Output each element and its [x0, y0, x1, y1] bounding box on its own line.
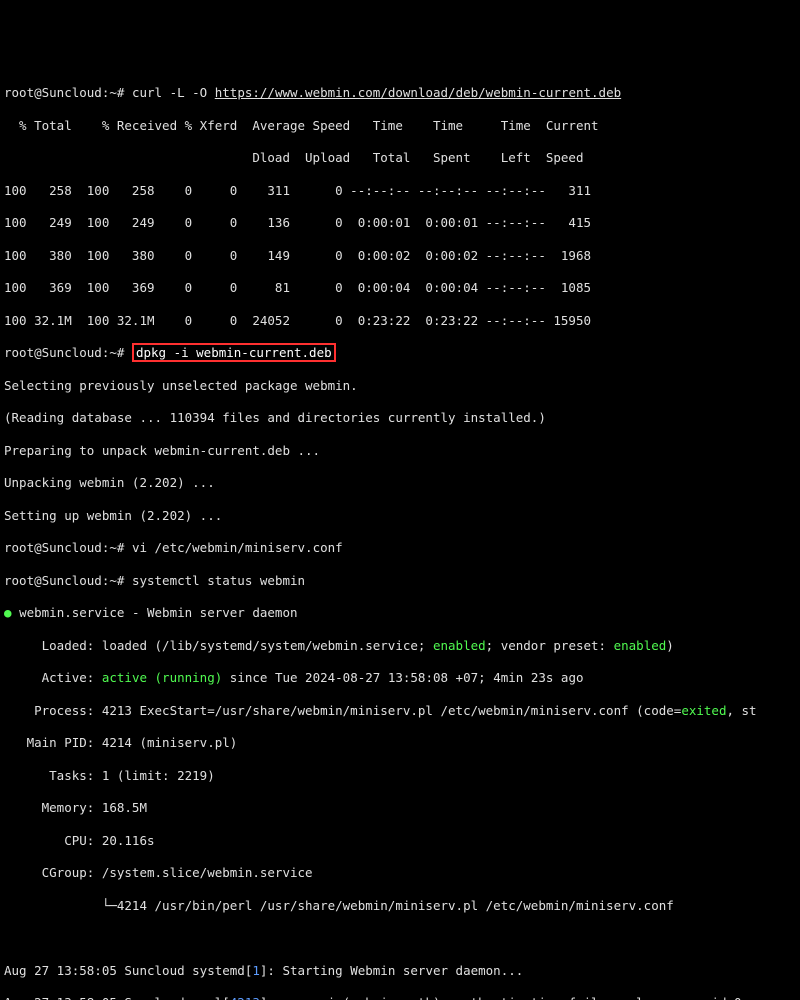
- svc-loaded-mid: ; vendor preset:: [486, 638, 614, 653]
- log1-pid: 1: [252, 963, 260, 978]
- systemctl-cmd: systemctl status webmin: [132, 573, 305, 588]
- dpkg-out-2: Preparing to unpack webmin-current.deb .…: [4, 443, 796, 459]
- dpkg-cmd-highlighted: dpkg -i webmin-current.deb: [132, 343, 336, 362]
- dpkg-out-4: Setting up webmin (2.202) ...: [4, 508, 796, 524]
- active-dot-icon: ●: [4, 605, 12, 620]
- curl-row-2: 100 380 100 380 0 0 149 0 0:00:02 0:00:0…: [4, 248, 796, 264]
- svc-loaded-post: ): [666, 638, 674, 653]
- shell-prompt: root@Suncloud:~#: [4, 345, 124, 360]
- svc-loaded-line: Loaded: loaded (/lib/systemd/system/webm…: [4, 638, 796, 654]
- svc-active-post: since Tue 2024-08-27 13:58:08 +07; 4min …: [222, 670, 583, 685]
- svc-active-pre: Active:: [4, 670, 102, 685]
- shell-prompt: root@Suncloud:~#: [4, 540, 124, 555]
- curl-row-3: 100 369 100 369 0 0 81 0 0:00:04 0:00:04…: [4, 280, 796, 296]
- dpkg-out-1: (Reading database ... 110394 files and d…: [4, 410, 796, 426]
- vi-cmd: vi /etc/webmin/miniserv.conf: [132, 540, 343, 555]
- curl-row-1: 100 249 100 249 0 0 136 0 0:00:01 0:00:0…: [4, 215, 796, 231]
- svc-active-line: Active: active (running) since Tue 2024-…: [4, 670, 796, 686]
- svc-loaded-pre: Loaded: loaded (/lib/systemd/system/webm…: [4, 638, 433, 653]
- log-line-1: Aug 27 13:58:05 Suncloud systemd[1]: Sta…: [4, 963, 796, 979]
- svc-active-state: active (running): [102, 670, 222, 685]
- log1-post: ]: Starting Webmin server daemon...: [260, 963, 523, 978]
- blank-line: [4, 930, 796, 946]
- curl-header2: Dload Upload Total Spent Left Speed: [4, 150, 796, 166]
- curl-header: % Total % Received % Xferd Average Speed…: [4, 118, 796, 134]
- prompt-line-dpkg: root@Suncloud:~# dpkg -i webmin-current.…: [4, 345, 796, 361]
- prompt-line-vi: root@Suncloud:~# vi /etc/webmin/miniserv…: [4, 540, 796, 556]
- svc-tasks: Tasks: 1 (limit: 2219): [4, 768, 796, 784]
- log2-pid: 4213: [230, 995, 260, 1000]
- curl-url: https://www.webmin.com/download/deb/webm…: [215, 85, 621, 100]
- svc-cpu: CPU: 20.116s: [4, 833, 796, 849]
- svc-name-text: webmin.service - Webmin server daemon: [19, 605, 297, 620]
- prompt-line-curl: root@Suncloud:~# curl -L -O https://www.…: [4, 85, 796, 101]
- dpkg-out-0: Selecting previously unselected package …: [4, 378, 796, 394]
- shell-prompt: root@Suncloud:~#: [4, 85, 124, 100]
- svc-process-post: , st: [726, 703, 756, 718]
- curl-row-0: 100 258 100 258 0 0 311 0 --:--:-- --:--…: [4, 183, 796, 199]
- svc-process-line: Process: 4213 ExecStart=/usr/share/webmi…: [4, 703, 796, 719]
- svc-cgroup: CGroup: /system.slice/webmin.service: [4, 865, 796, 881]
- svc-mainpid: Main PID: 4214 (miniserv.pl): [4, 735, 796, 751]
- svc-process-exited: exited: [681, 703, 726, 718]
- log2-post: ]: pam_unix(webmin:auth): authentication…: [260, 995, 757, 1000]
- dpkg-out-3: Unpacking webmin (2.202) ...: [4, 475, 796, 491]
- prompt-line-systemctl: root@Suncloud:~# systemctl status webmin: [4, 573, 796, 589]
- svc-memory: Memory: 168.5M: [4, 800, 796, 816]
- svc-process-pre: Process: 4213 ExecStart=/usr/share/webmi…: [4, 703, 681, 718]
- svc-enabled-2: enabled: [614, 638, 667, 653]
- svc-name-line: ● webmin.service - Webmin server daemon: [4, 605, 796, 621]
- terminal-output[interactable]: root@Suncloud:~# curl -L -O https://www.…: [4, 69, 796, 1000]
- curl-cmd: curl -L -O: [132, 85, 215, 100]
- svc-cgroup-child: └─4214 /usr/bin/perl /usr/share/webmin/m…: [4, 898, 796, 914]
- log1-pre: Aug 27 13:58:05 Suncloud systemd[: [4, 963, 252, 978]
- svc-enabled-1: enabled: [433, 638, 486, 653]
- log-line-2: Aug 27 13:58:05 Suncloud perl[4213]: pam…: [4, 995, 796, 1000]
- log2-pre: Aug 27 13:58:05 Suncloud perl[: [4, 995, 230, 1000]
- shell-prompt: root@Suncloud:~#: [4, 573, 124, 588]
- curl-row-4: 100 32.1M 100 32.1M 0 0 24052 0 0:23:22 …: [4, 313, 796, 329]
